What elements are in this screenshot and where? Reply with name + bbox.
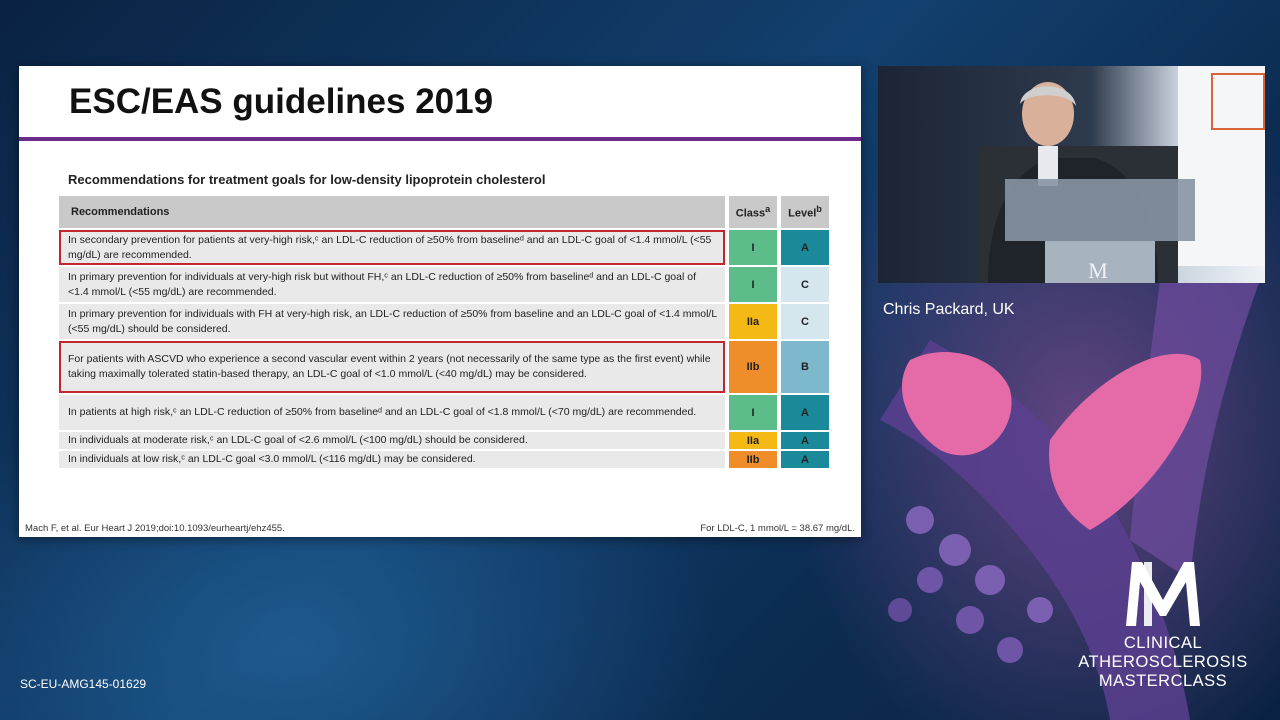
class-badge: IIa [729,304,777,339]
table-row: In secondary prevention for patients at … [59,230,829,265]
table-caption: Recommendations for treatment goals for … [68,172,546,187]
table-row: In individuals at moderate risk,ᶜ an LDL… [59,432,829,449]
table-row: In individuals at low risk,ᶜ an LDL-C go… [59,451,829,468]
recommendation-text: For patients with ASCVD who experience a… [59,341,725,393]
table-row: For patients with ASCVD who experience a… [59,341,829,393]
table-row: In primary prevention for individuals at… [59,267,829,302]
logo-line-1: CLINICAL [1123,634,1203,652]
reference-code: SC-EU-AMG145-01629 [20,677,147,691]
level-badge: A [781,432,829,449]
presentation-slide: ESC/EAS guidelines 2019 Recommendations … [19,66,861,537]
title-divider [19,137,861,141]
speaker-video: M [878,66,1265,283]
class-badge: IIb [729,451,777,468]
citation: Mach F, et al. Eur Heart J 2019;doi:10.1… [25,523,285,534]
class-badge: IIa [729,432,777,449]
class-badge: I [729,230,777,265]
speaker-figure: M [978,66,1265,283]
recommendation-text: In individuals at low risk,ᶜ an LDL-C go… [59,451,725,468]
logo-line-2: ATHEROSCLEROSIS [1078,653,1248,671]
class-badge: I [729,395,777,430]
class-badge: IIb [729,341,777,393]
recommendations-table: Recommendations Classa Levelb In seconda… [59,194,829,470]
table-row: In primary prevention for individuals wi… [59,304,829,339]
logo-m-icon [1126,562,1200,626]
recommendation-text: In secondary prevention for patients at … [59,230,725,265]
speaker-name: Chris Packard, UK [883,301,1015,318]
recommendation-text: In individuals at moderate risk,ᶜ an LDL… [59,432,725,449]
unit-conversion-note: For LDL-C, 1 mmol/L = 38.67 mg/dL. [700,523,855,534]
podium-logo: M [1088,258,1108,283]
header-level: Levelb [781,196,829,228]
header-recommendations: Recommendations [59,196,725,228]
masterclass-logo: CLINICAL ATHEROSCLEROSIS MASTERCLASS [1078,560,1248,691]
class-badge: I [729,267,777,302]
recommendation-text: In primary prevention for individuals at… [59,267,725,302]
recommendation-text: In patients at high risk,ᶜ an LDL-C redu… [59,395,725,430]
level-badge: C [781,267,829,302]
logo-line-3: MASTERCLASS [1098,672,1228,690]
level-badge: A [781,451,829,468]
level-badge: C [781,304,829,339]
header-class: Classa [729,196,777,228]
level-badge: B [781,341,829,393]
table-header-row: Recommendations Classa Levelb [59,196,829,228]
level-badge: A [781,230,829,265]
table-row: In patients at high risk,ᶜ an LDL-C redu… [59,395,829,430]
level-badge: A [781,395,829,430]
slide-title: ESC/EAS guidelines 2019 [69,82,494,121]
recommendation-text: In primary prevention for individuals wi… [59,304,725,339]
